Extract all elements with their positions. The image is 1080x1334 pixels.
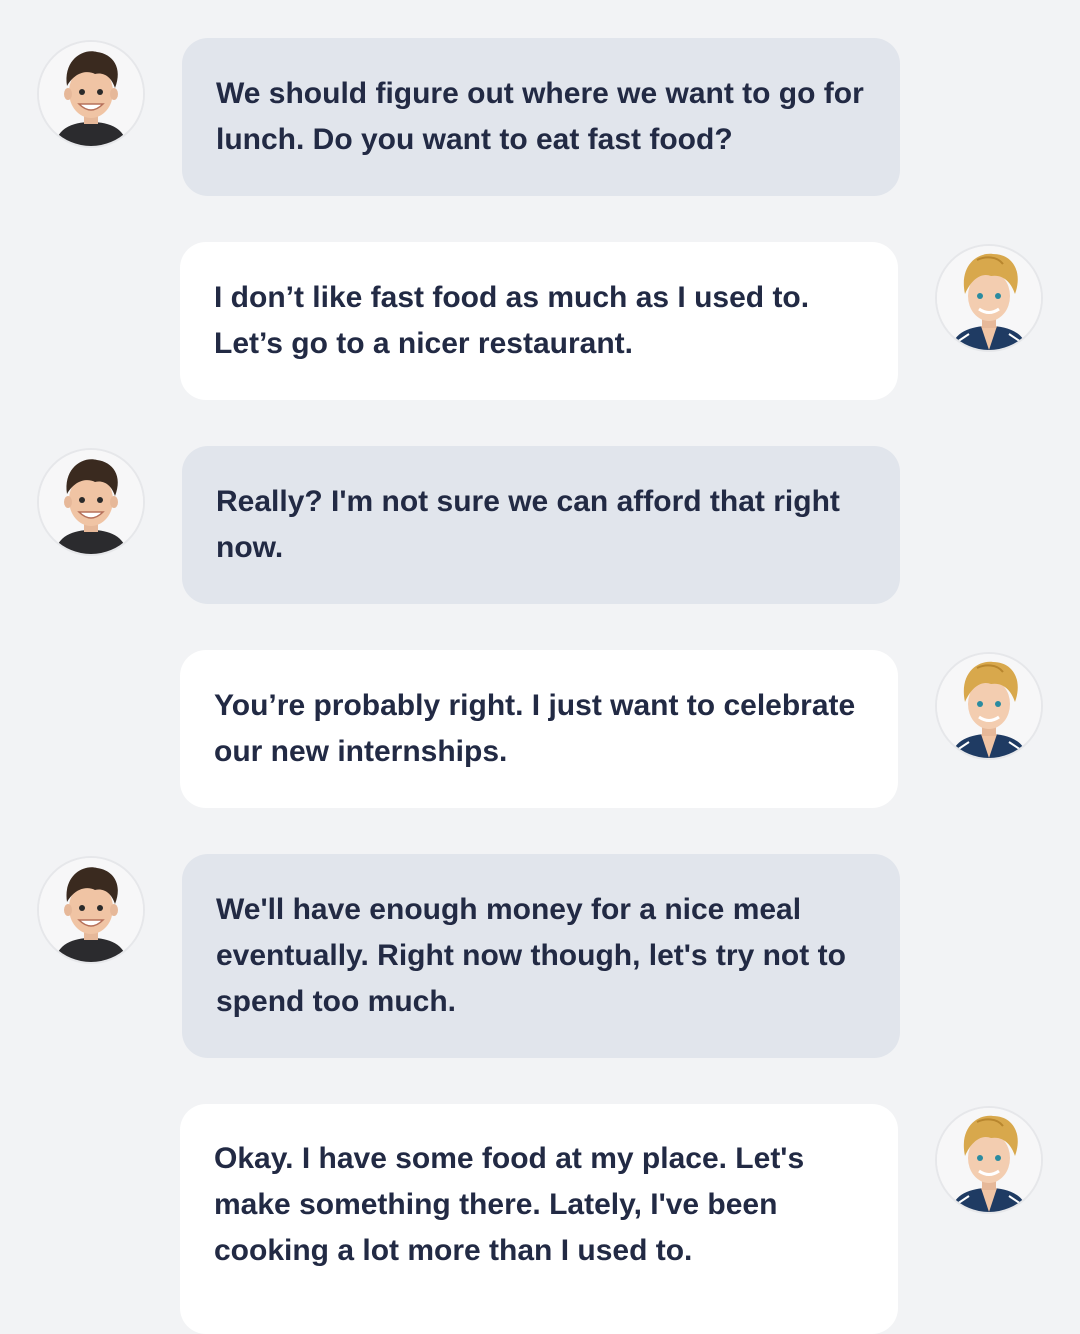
message-bubble: Really? I'm not sure we can afford that … (182, 446, 900, 604)
message-text: You’re probably right. I just want to ce… (214, 689, 856, 768)
message-bubble: Okay. I have some food at my place. Let'… (180, 1104, 898, 1334)
message-text: We'll have enough money for a nice meal … (216, 893, 846, 1018)
dark-haired-boy-avatar-icon (37, 448, 145, 556)
message-bubble: We'll have enough money for a nice meal … (182, 854, 900, 1058)
dark-haired-boy-avatar-icon (37, 856, 145, 964)
chat-conversation: We should figure out where we want to go… (0, 0, 1080, 1334)
message-text: We should figure out where we want to go… (216, 77, 864, 156)
message-text: Really? I'm not sure we can afford that … (216, 485, 840, 564)
blond-boy-avatar-icon (935, 244, 1043, 352)
message-bubble: I don’t like fast food as much as I used… (180, 242, 898, 400)
message-bubble: We should figure out where we want to go… (182, 38, 900, 196)
blond-boy-avatar-icon (935, 652, 1043, 760)
message-text: I don’t like fast food as much as I used… (214, 281, 810, 360)
message-text: Okay. I have some food at my place. Let'… (214, 1142, 805, 1267)
message-bubble: You’re probably right. I just want to ce… (180, 650, 898, 808)
blond-boy-avatar-icon (935, 1106, 1043, 1214)
dark-haired-boy-avatar-icon (37, 40, 145, 148)
